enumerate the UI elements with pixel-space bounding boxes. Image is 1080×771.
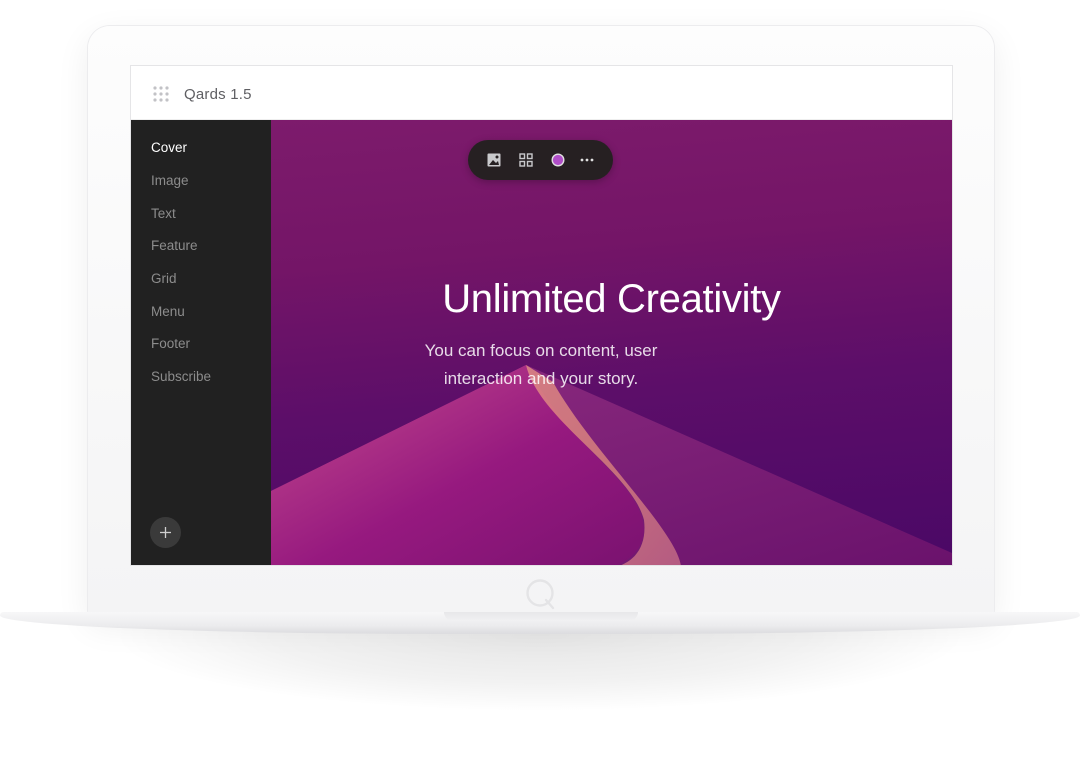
image-icon[interactable] <box>486 152 502 168</box>
block-toolbar <box>468 140 613 180</box>
app-title: Qards 1.5 <box>184 86 252 103</box>
grid-icon[interactable] <box>518 152 534 168</box>
color-circle-icon[interactable] <box>550 152 566 168</box>
cover-canvas[interactable]: Unlimited Creativity You can focus on co… <box>271 120 952 565</box>
more-dots-icon[interactable] <box>579 152 595 168</box>
sidebar-item-menu[interactable]: Menu <box>151 304 185 319</box>
q-logo-icon <box>526 579 555 610</box>
plus-icon <box>160 527 171 538</box>
hero-subtitle-line-1: You can focus on content, user <box>424 341 658 360</box>
sidebar: Cover Image Text Feature Grid Menu Foote… <box>131 120 271 565</box>
sidebar-item-text[interactable]: Text <box>151 206 176 221</box>
hero-subtitle: You can focus on content, user interacti… <box>381 337 701 393</box>
sidebar-item-grid[interactable]: Grid <box>151 271 177 286</box>
sidebar-item-subscribe[interactable]: Subscribe <box>151 369 211 384</box>
app-screen: Qards 1.5 Cover Image Text Feature Grid … <box>130 65 953 566</box>
hero-subtitle-line-2: interaction and your story. <box>443 369 639 388</box>
top-bar: Qards 1.5 <box>131 66 952 120</box>
laptop-notch <box>444 612 638 621</box>
sidebar-item-cover[interactable]: Cover <box>151 140 187 155</box>
add-section-button[interactable] <box>150 517 181 548</box>
sidebar-item-feature[interactable]: Feature <box>151 238 198 253</box>
sidebar-item-image[interactable]: Image <box>151 173 189 188</box>
app-menu-icon[interactable] <box>153 86 169 102</box>
hero-title: Unlimited Creativity <box>442 277 781 321</box>
sidebar-item-footer[interactable]: Footer <box>151 336 190 351</box>
